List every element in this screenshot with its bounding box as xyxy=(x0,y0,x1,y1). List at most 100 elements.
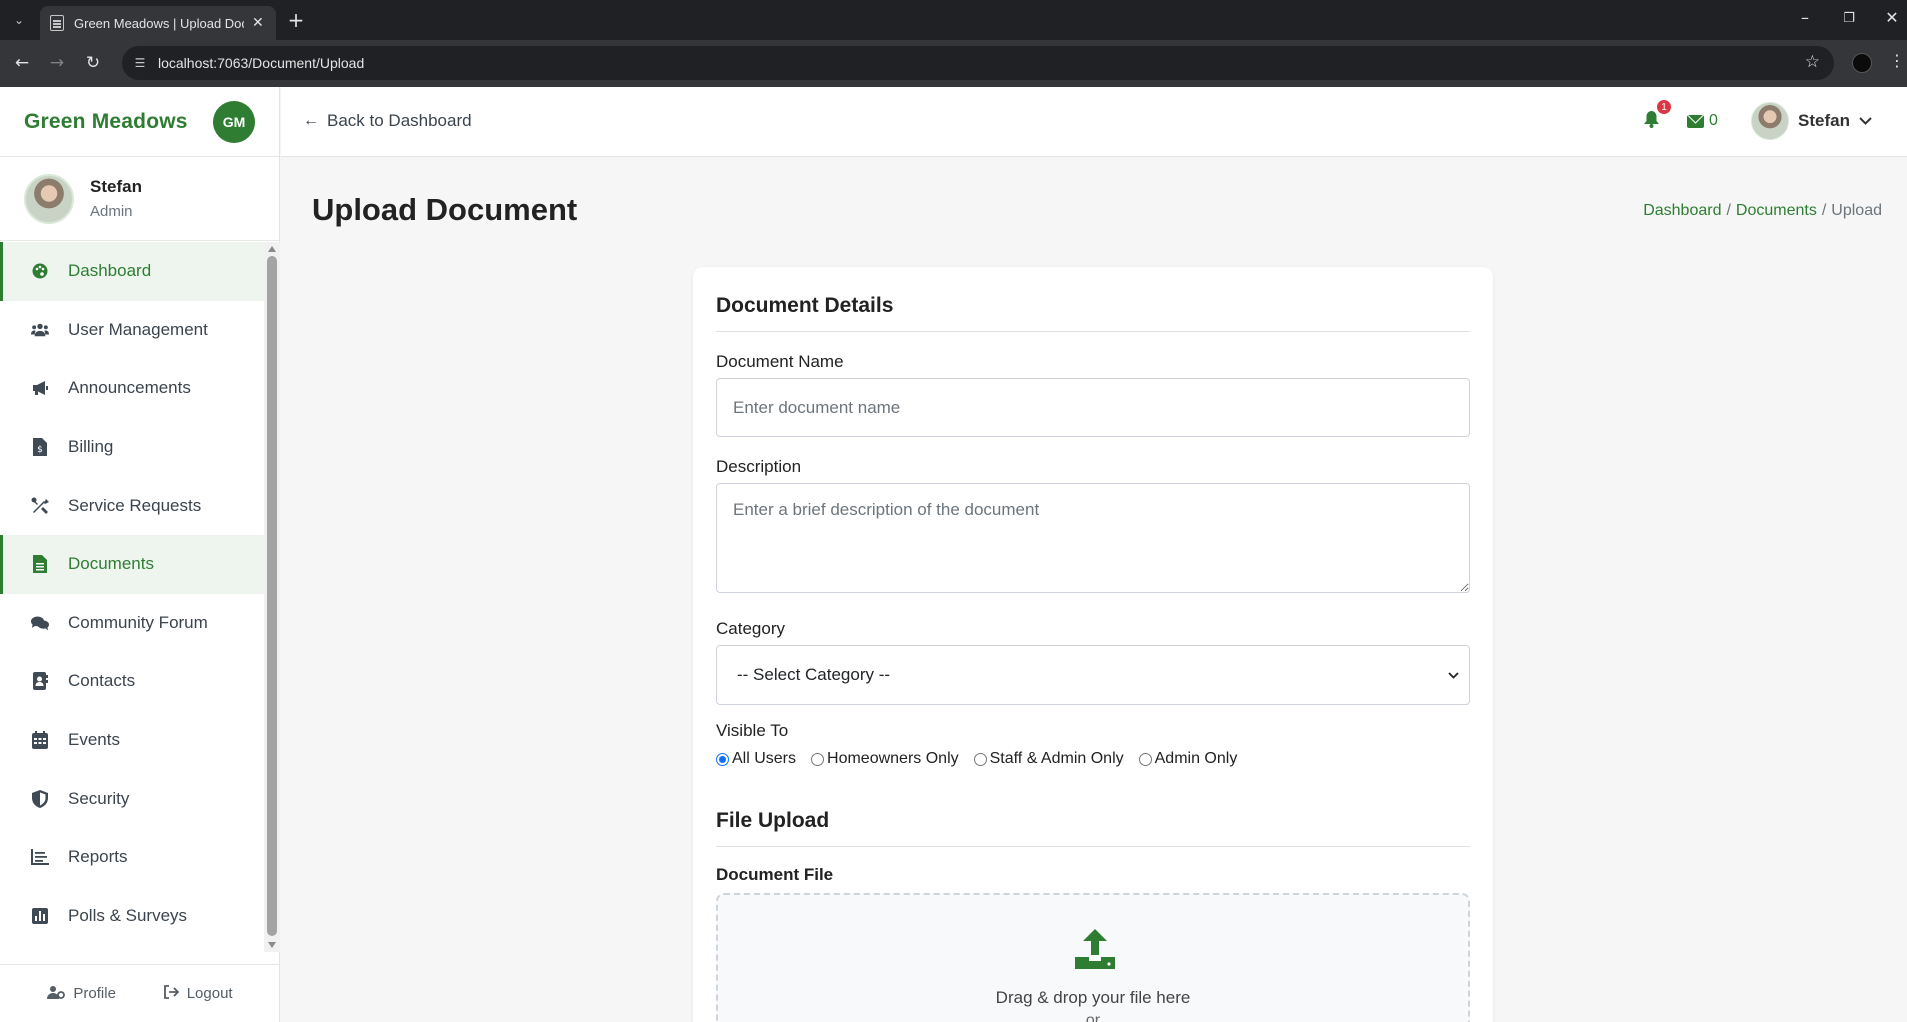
url-text[interactable]: localhost:7063/Document/Upload xyxy=(158,55,364,71)
close-window-icon[interactable]: ✕ xyxy=(1877,8,1907,27)
dropzone-or: or xyxy=(1085,1012,1101,1022)
divider xyxy=(716,846,1470,847)
browser-menu-icon[interactable]: ⋮ xyxy=(1889,51,1905,70)
sidebar-item-documents[interactable]: Documents xyxy=(0,534,264,594)
logout-link-label: Logout xyxy=(186,985,233,1002)
description-label: Description xyxy=(716,457,802,476)
browser-tab[interactable]: Green Meadows | Upload Document ✕ xyxy=(40,6,276,40)
document-favicon-icon xyxy=(50,15,64,31)
file-upload-heading: File Upload xyxy=(716,809,830,832)
document-file-label: Document File xyxy=(716,865,834,884)
visibility-option-homeowners[interactable]: Homeowners Only xyxy=(811,750,959,768)
messages-button[interactable]: 0 xyxy=(1687,112,1718,130)
sidebar-user-role: Admin xyxy=(90,203,133,220)
envelope-icon xyxy=(1687,114,1704,128)
scroll-up-icon[interactable] xyxy=(268,246,276,252)
file-dropzone[interactable]: Drag & drop your file here or xyxy=(716,893,1470,1022)
sidebar-item-community-forum[interactable]: Community Forum xyxy=(0,594,264,653)
radio-label: All Users xyxy=(732,750,797,767)
sidebar-item-contacts[interactable]: Contacts xyxy=(0,652,264,711)
sidebar-item-announcements[interactable]: Announcements xyxy=(0,359,264,418)
poll-icon xyxy=(31,907,49,925)
avatar xyxy=(24,173,74,224)
breadcrumb: Dashboard / Documents / Upload xyxy=(1643,202,1882,220)
comments-icon xyxy=(31,614,49,632)
line-chart-icon xyxy=(31,848,49,866)
category-select[interactable]: -- Select Category -- xyxy=(716,645,1470,705)
site-info-icon[interactable]: ☰ xyxy=(132,55,148,71)
brand-logo[interactable]: GM xyxy=(213,100,255,143)
new-tab-icon[interactable]: + xyxy=(284,8,308,32)
restore-icon[interactable]: ❐ xyxy=(1834,11,1864,26)
file-icon xyxy=(31,555,49,574)
breadcrumb-separator: / xyxy=(1726,202,1731,219)
sidebar-item-billing[interactable]: $ Billing xyxy=(0,418,264,477)
chevron-down-icon xyxy=(1859,114,1872,129)
breadcrumb-documents[interactable]: Documents xyxy=(1736,202,1817,219)
sidebar-item-label: Service Requests xyxy=(68,495,202,515)
minimize-icon[interactable]: – xyxy=(1790,8,1820,27)
palette-icon xyxy=(31,262,49,280)
sidebar-item-label: Polls & Surveys xyxy=(68,905,188,925)
svg-text:$: $ xyxy=(37,445,43,455)
sidebar: Green Meadows GM Stefan Admin Dashboard … xyxy=(0,87,280,1022)
radio-button[interactable] xyxy=(811,752,825,766)
sidebar-item-user-management[interactable]: User Management xyxy=(0,301,264,360)
sidebar-item-polls-surveys[interactable]: Polls & Surveys xyxy=(0,887,264,946)
sidebar-item-dashboard[interactable]: Dashboard xyxy=(0,242,264,301)
users-icon xyxy=(31,321,49,339)
logout-link[interactable]: Logout xyxy=(163,985,233,1002)
back-icon[interactable]: ← xyxy=(10,51,34,75)
breadcrumb-dashboard[interactable]: Dashboard xyxy=(1643,202,1721,219)
scrollbar-thumb[interactable] xyxy=(267,256,277,936)
sidebar-item-label: Events xyxy=(68,730,120,750)
brand[interactable]: Green Meadows GM xyxy=(0,87,279,157)
sidebar-footer: Profile Logout xyxy=(0,964,280,1022)
browser-profile-avatar[interactable] xyxy=(1852,53,1872,73)
back-to-dashboard-link[interactable]: ← Back to Dashboard xyxy=(303,111,472,131)
sidebar-item-service-requests[interactable]: Service Requests xyxy=(0,476,264,535)
scroll-down-icon[interactable] xyxy=(268,942,276,948)
brand-name[interactable]: Green Meadows xyxy=(24,110,213,134)
category-selected-value: -- Select Category -- xyxy=(737,665,891,684)
bell-icon[interactable] xyxy=(1644,111,1659,133)
radio-button[interactable] xyxy=(1138,752,1152,766)
tab-title: Green Meadows | Upload Document xyxy=(74,15,244,31)
shield-icon xyxy=(31,789,49,808)
visibility-radio-group: All Users Homeowners Only Staff & Admin … xyxy=(716,750,1252,768)
address-book-icon xyxy=(31,672,49,691)
reload-icon[interactable]: ↻ xyxy=(81,51,105,75)
user-menu-name: Stefan xyxy=(1798,111,1850,130)
description-textarea[interactable] xyxy=(716,483,1470,593)
dropzone-text: Drag & drop your file here xyxy=(995,988,1191,1007)
user-menu[interactable]: Stefan xyxy=(1751,102,1872,140)
visibility-option-all-users[interactable]: All Users xyxy=(716,750,796,768)
upload-form-card: Document Details Document Name Descripti… xyxy=(693,267,1493,1022)
document-name-input[interactable] xyxy=(716,378,1470,437)
sidebar-item-events[interactable]: Events xyxy=(0,711,264,770)
sidebar-item-label: Contacts xyxy=(68,671,136,691)
sidebar-item-label: Announcements xyxy=(68,378,191,398)
breadcrumb-separator: / xyxy=(1821,202,1827,219)
visibility-option-staff-admin[interactable]: Staff & Admin Only xyxy=(973,750,1124,768)
document-details-heading: Document Details xyxy=(716,294,894,317)
radio-button[interactable] xyxy=(716,752,729,766)
upload-icon xyxy=(1073,927,1117,971)
sidebar-item-security[interactable]: Security xyxy=(0,769,264,828)
chevron-down-icon xyxy=(1448,668,1459,682)
forward-icon[interactable]: → xyxy=(45,51,69,75)
breadcrumb-current: Upload xyxy=(1831,202,1882,219)
address-bar[interactable]: ☰ localhost:7063/Document/Upload ☆ xyxy=(122,46,1834,80)
close-tab-icon[interactable]: ✕ xyxy=(252,15,264,31)
visible-to-label: Visible To xyxy=(716,721,789,740)
sidebar-user-card: Stefan Admin xyxy=(0,157,279,241)
sidebar-item-reports[interactable]: Reports xyxy=(0,828,264,887)
bookmark-star-icon[interactable]: ☆ xyxy=(1805,52,1820,72)
tab-search-icon[interactable]: ⌄ xyxy=(8,9,30,31)
sidebar-scrollbar[interactable] xyxy=(264,242,280,952)
radio-button[interactable] xyxy=(973,752,987,766)
visibility-option-admin-only[interactable]: Admin Only xyxy=(1138,750,1237,768)
profile-link[interactable]: Profile xyxy=(47,985,116,1002)
browser-tab-strip: ⌄ Green Meadows | Upload Document ✕ + – … xyxy=(0,0,1907,40)
sidebar-item-label: Billing xyxy=(68,437,114,457)
